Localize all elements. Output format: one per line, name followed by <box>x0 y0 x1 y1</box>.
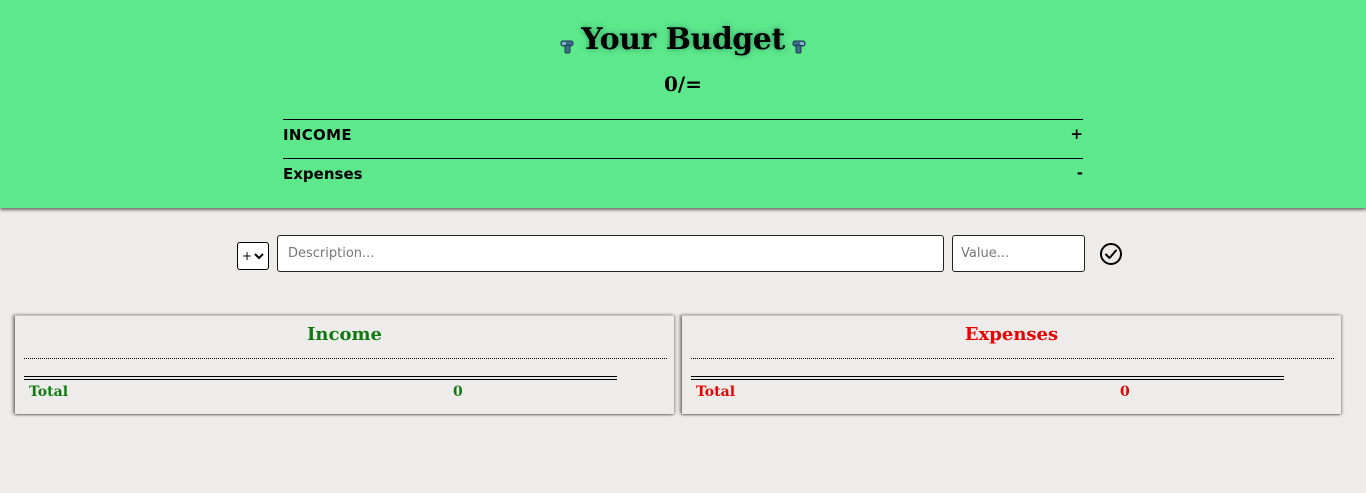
income-total-value: 0 <box>453 384 463 400</box>
expense-summary-row: Expenses - <box>283 158 1083 197</box>
expense-total-label: Total <box>696 384 736 400</box>
chevron-down-icon <box>254 253 264 260</box>
add-entry-form: + <box>0 235 1366 275</box>
income-summary-sign: + <box>1070 125 1083 143</box>
expense-total-value: 0 <box>1120 384 1130 400</box>
expense-panel: Expenses Total 0 <box>682 315 1341 414</box>
description-input[interactable] <box>277 235 944 272</box>
income-panel-title: Income <box>307 324 382 345</box>
expense-divider <box>691 358 1334 359</box>
expense-summary-sign: - <box>1076 164 1083 182</box>
value-input[interactable] <box>952 235 1085 272</box>
submit-button[interactable] <box>1099 242 1123 266</box>
budget-balance: 0/= <box>664 72 702 96</box>
dumbbell-icon <box>789 29 807 54</box>
type-select[interactable]: + <box>237 242 269 270</box>
income-total-label: Total <box>29 384 69 400</box>
expense-panel-title: Expenses <box>964 324 1059 345</box>
page-title-row: Your Budget <box>0 22 1366 57</box>
income-panel: Income Total 0 <box>15 315 674 414</box>
page-title: Your Budget <box>581 22 785 57</box>
type-select-value: + <box>241 249 253 263</box>
income-summary-label: INCOME <box>283 126 352 144</box>
expense-summary-label: Expenses <box>283 165 363 183</box>
check-circle-icon <box>1100 243 1122 265</box>
income-divider <box>24 358 667 359</box>
budget-header: Your Budget 0/= INCOME + Expenses - <box>0 0 1366 208</box>
income-summary-row: INCOME + <box>283 119 1083 158</box>
income-total-rule <box>24 376 617 380</box>
dumbbell-icon <box>559 29 577 54</box>
expense-total-rule <box>691 376 1284 380</box>
